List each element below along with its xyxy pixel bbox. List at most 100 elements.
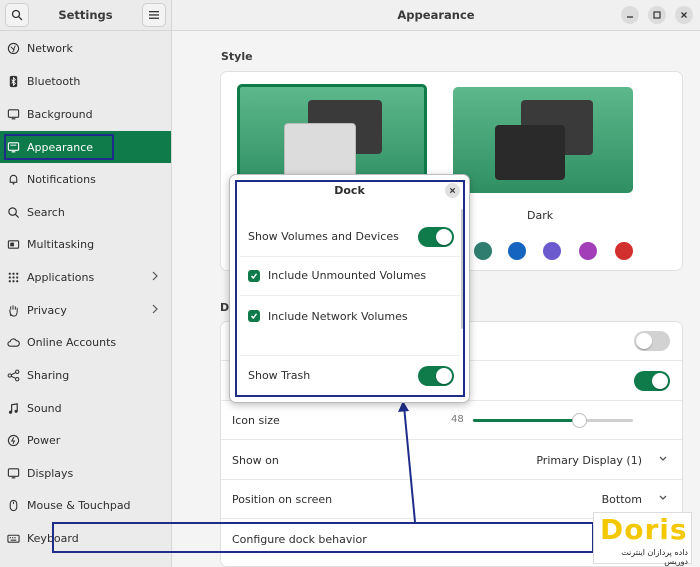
sidebar-item-label: Network — [27, 41, 73, 55]
sidebar-item-search[interactable]: Search — [0, 197, 171, 227]
icon-size-label: Icon size — [232, 413, 280, 427]
sidebar-header: Settings — [0, 0, 171, 31]
sidebar-item-notifications[interactable]: Notifications — [0, 164, 171, 194]
show-volumes-row: Show Volumes and Devices — [240, 217, 460, 257]
maximize-button[interactable] — [648, 6, 666, 24]
sidebar-item-appearance[interactable]: Appearance — [0, 131, 171, 163]
show-trash-row: Show Trash — [240, 355, 460, 395]
close-button[interactable] — [675, 6, 693, 24]
sidebar-item-sound[interactable]: Sound — [0, 393, 171, 423]
logo-wordmark: Doris — [600, 513, 688, 546]
sidebar-item-background[interactable]: Background — [0, 99, 171, 129]
dialog-title: Dock — [334, 184, 365, 197]
sidebar-item-label: Displays — [27, 466, 74, 480]
sidebar-item-displays[interactable]: Displays — [0, 458, 171, 488]
slider-handle[interactable] — [571, 413, 587, 428]
sidebar-item-multitasking[interactable]: Multitasking — [0, 229, 171, 259]
accent-color-swatch[interactable] — [474, 242, 492, 260]
style-dark-label: Dark — [527, 209, 554, 222]
sidebar-item-label: Mouse & Touchpad — [27, 498, 131, 512]
sidebar-item-label: Sound — [27, 401, 62, 415]
selection-highlight — [4, 134, 114, 160]
chevron-down-icon — [659, 456, 667, 461]
accent-color-swatch[interactable] — [543, 242, 561, 260]
show-volumes-label: Show Volumes and Devices — [248, 230, 399, 243]
show-volumes-toggle[interactable] — [418, 227, 454, 247]
sidebar-title: Settings — [58, 8, 113, 22]
icon-size-value: 48 — [451, 414, 464, 425]
network-volumes-row[interactable]: Include Network Volumes — [240, 296, 460, 336]
sidebar-item-label: Background — [27, 107, 93, 121]
search-button[interactable] — [5, 3, 29, 27]
show-trash-label: Show Trash — [248, 369, 311, 382]
sidebar-item-label: Bluetooth — [27, 74, 81, 88]
style-dark-option[interactable] — [453, 87, 633, 193]
checkmark-icon — [250, 313, 258, 320]
dock-toggle-1[interactable] — [634, 331, 670, 351]
sidebar-item-label: Multitasking — [27, 237, 95, 251]
sidebar-item-applications[interactable]: Applications — [0, 262, 171, 292]
sidebar-item-label: Search — [27, 205, 65, 219]
monitor-icon — [6, 107, 20, 121]
sidebar-item-network[interactable]: Network — [0, 33, 171, 63]
show-on-value: Primary Display (1) — [536, 453, 642, 467]
network-volumes-checkbox[interactable] — [248, 310, 260, 322]
unmounted-volumes-label: Include Unmounted Volumes — [268, 269, 427, 282]
close-icon — [681, 12, 687, 18]
menu-button[interactable] — [141, 3, 166, 27]
minimize-icon — [627, 16, 633, 18]
icon-size-slider[interactable] — [473, 413, 633, 428]
sidebar-item-label: Power — [27, 433, 61, 447]
sidebar-item-power[interactable]: Power — [0, 425, 171, 455]
sidebar-item-online-accounts[interactable]: Online Accounts — [0, 327, 171, 357]
dock-section-label: D — [220, 301, 230, 314]
search-icon — [6, 205, 20, 219]
sidebar-item-label: Sharing — [27, 368, 70, 382]
display-icon — [6, 466, 20, 480]
sidebar-item-sharing[interactable]: Sharing — [0, 360, 171, 390]
cloud-icon — [6, 335, 20, 349]
sidebar-item-label: Privacy — [27, 303, 67, 317]
show-on-label: Show on — [232, 453, 279, 467]
window-preview — [495, 125, 565, 180]
show-on-row[interactable]: Show on Primary Display (1) — [221, 441, 682, 480]
sidebar-item-bluetooth[interactable]: Bluetooth — [0, 66, 171, 96]
unmounted-volumes-checkbox[interactable] — [248, 269, 260, 282]
icon-size-row: Icon size 48 — [221, 401, 682, 440]
sidebar-item-label: Notifications — [27, 172, 96, 186]
show-trash-toggle[interactable] — [418, 366, 454, 386]
bluetooth-icon — [6, 74, 20, 88]
page-title: Appearance — [397, 8, 475, 22]
dialog-close-button[interactable] — [445, 183, 460, 198]
sidebar-item-label: Applications — [27, 270, 95, 284]
globe-icon — [6, 41, 20, 55]
multitasking-icon — [6, 237, 20, 251]
sidebar-item-keyboard[interactable]: Keyboard — [0, 523, 171, 553]
accent-color-swatch[interactable] — [579, 242, 597, 260]
accent-color-swatch[interactable] — [615, 242, 633, 260]
doris-logo: Doris داده پردازان اینترنت دوریس — [593, 512, 692, 566]
search-icon — [11, 9, 23, 21]
power-icon — [6, 433, 20, 447]
accent-color-swatch[interactable] — [508, 242, 526, 260]
chevron-right-icon — [152, 304, 158, 314]
sidebar-item-mouse-touchpad[interactable]: Mouse & Touchpad — [0, 490, 171, 520]
keyboard-icon — [6, 531, 20, 545]
position-value: Bottom — [601, 492, 642, 506]
music-icon — [6, 401, 20, 415]
sidebar-item-label: Keyboard — [27, 531, 79, 545]
mouse-icon — [6, 498, 20, 512]
hand-icon — [6, 303, 20, 317]
dock-toggle-2[interactable] — [634, 371, 670, 391]
minimize-button[interactable] — [621, 6, 639, 24]
sidebar-item-privacy[interactable]: Privacy — [0, 295, 171, 325]
hamburger-icon — [148, 11, 159, 19]
network-volumes-label: Include Network Volumes — [268, 309, 408, 323]
dialog-scrollbar[interactable] — [461, 209, 463, 329]
main-header: Appearance — [172, 0, 700, 31]
chevron-right-icon — [152, 271, 158, 281]
dock-dialog: Dock Show Volumes and Devices Include Un… — [229, 174, 470, 403]
bell-icon — [6, 172, 20, 186]
position-label: Position on screen — [232, 492, 333, 506]
unmounted-volumes-row[interactable]: Include Unmounted Volumes — [240, 256, 460, 296]
